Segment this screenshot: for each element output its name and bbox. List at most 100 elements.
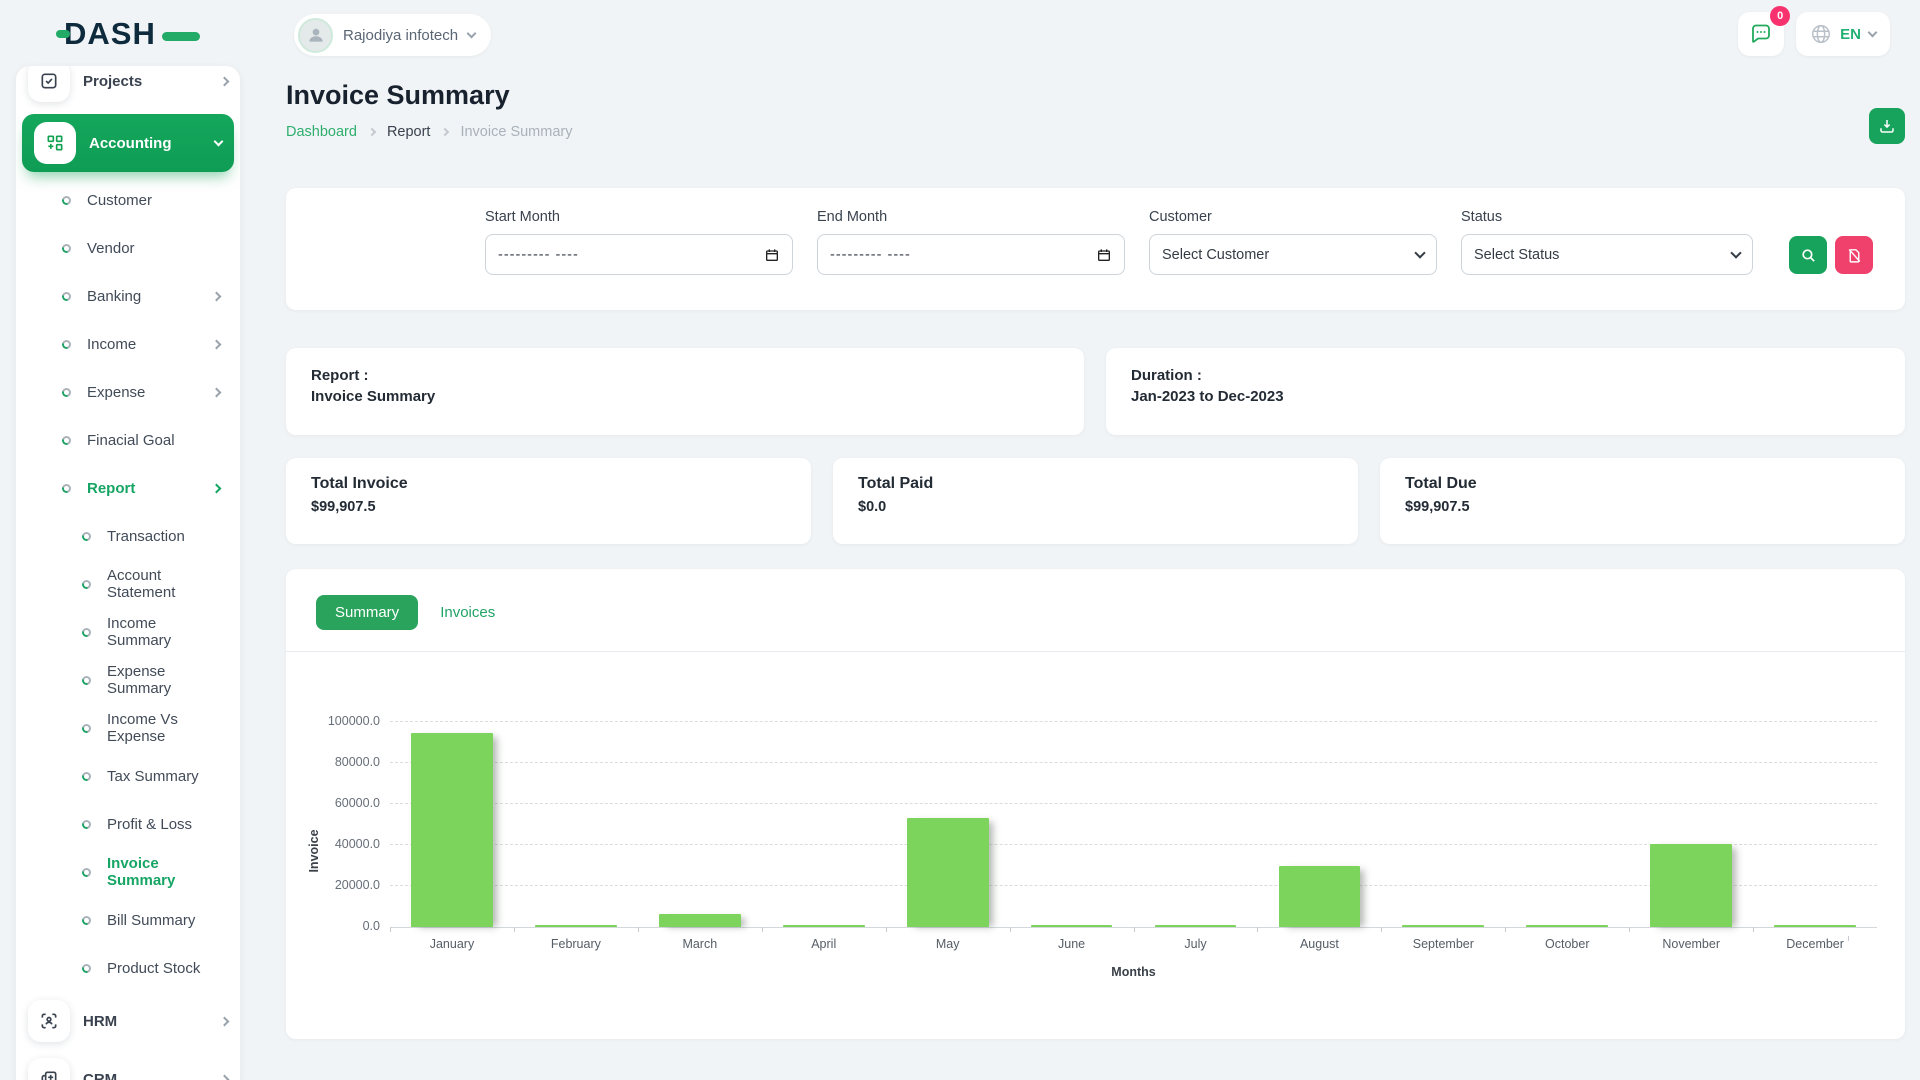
page-header: Invoice Summary Dashboard Report Invoice… — [286, 80, 1905, 156]
x-tick-label: July — [1134, 937, 1258, 951]
bar-april[interactable] — [783, 925, 865, 927]
bullet-icon — [82, 628, 91, 637]
sidebar-item-profit-loss[interactable]: Profit & Loss — [16, 800, 240, 848]
bullet-icon — [82, 820, 91, 829]
start-month-field: Start Month --------- ---- — [485, 209, 793, 275]
y-tick-label: 80000.0 — [335, 755, 380, 769]
sidebar-item-transaction[interactable]: Transaction — [16, 512, 240, 560]
total-invoice-value: $99,907.5 — [311, 499, 786, 515]
bar-june[interactable] — [1031, 925, 1113, 927]
breadcrumb-dashboard[interactable]: Dashboard — [286, 124, 357, 140]
total-paid-card: Total Paid $0.0 — [833, 458, 1358, 544]
bullet-icon — [82, 964, 91, 973]
download-button[interactable] — [1869, 108, 1905, 144]
sidebar-item-income-summary[interactable]: Income Summary — [16, 608, 240, 656]
report-value: Invoice Summary — [311, 388, 1059, 405]
bullet-icon — [82, 676, 91, 685]
apply-filter-button[interactable] — [1789, 236, 1827, 274]
avatar — [298, 18, 333, 53]
bar-slot — [638, 722, 762, 927]
total-invoice-card: Total Invoice $99,907.5 — [286, 458, 811, 544]
bar-january[interactable] — [411, 733, 493, 927]
divider — [286, 651, 1905, 652]
chevron-right-icon — [212, 291, 222, 301]
report-card: Report : Invoice Summary — [286, 348, 1084, 435]
x-tick-label: May — [886, 937, 1010, 951]
bar-september[interactable] — [1402, 925, 1484, 927]
chevron-right-icon — [212, 387, 222, 397]
bullet-icon — [62, 244, 71, 253]
clear-filter-button[interactable] — [1835, 236, 1873, 274]
sidebar-item-hrm[interactable]: HRM — [16, 992, 240, 1050]
chart-x-labels: JanuaryFebruaryMarchAprilMayJuneJulyAugu… — [390, 937, 1877, 951]
sidebar-item-label: Bill Summary — [107, 912, 220, 929]
breadcrumb-current: Invoice Summary — [460, 124, 572, 140]
sidebar-item-income-vs-expense[interactable]: Income Vs Expense — [16, 704, 240, 752]
chevron-right-icon — [441, 128, 449, 136]
x-tick-label: December — [1753, 937, 1877, 951]
end-month-input[interactable]: --------- ---- — [817, 234, 1125, 275]
bullet-icon — [82, 532, 91, 541]
calendar-icon — [764, 247, 780, 263]
accounting-grid-icon — [34, 122, 76, 164]
sidebar-item-projects[interactable]: Projects — [16, 66, 240, 110]
chart-bars — [390, 722, 1877, 927]
company-switcher[interactable]: Rajodiya infotech — [294, 14, 491, 56]
check-square-icon — [28, 66, 70, 102]
start-month-input[interactable]: --------- ---- — [485, 234, 793, 275]
bullet-icon — [82, 724, 91, 733]
bar-december[interactable] — [1774, 925, 1856, 927]
sidebar-item-bill-summary[interactable]: Bill Summary — [16, 896, 240, 944]
sidebar-item-banking[interactable]: Banking — [16, 272, 240, 320]
chevron-down-icon — [467, 29, 477, 39]
bar-may[interactable] — [907, 818, 989, 927]
x-tick-label: November — [1629, 937, 1753, 951]
sidebar-item-accounting[interactable]: Accounting — [22, 114, 234, 172]
breadcrumb-report[interactable]: Report — [387, 124, 431, 140]
sidebar-item-label: Income Summary — [107, 615, 220, 649]
sidebar-item-expense[interactable]: Expense — [16, 368, 240, 416]
sidebar-item-tax-summary[interactable]: Tax Summary — [16, 752, 240, 800]
chevron-right-icon — [368, 128, 376, 136]
bullet-icon — [82, 868, 91, 877]
sidebar-item-income[interactable]: Income — [16, 320, 240, 368]
tab-invoices[interactable]: Invoices — [436, 595, 499, 630]
customer-select[interactable]: Select Customer — [1149, 234, 1437, 275]
bullet-icon — [62, 196, 71, 205]
bar-november[interactable] — [1650, 844, 1732, 927]
sidebar-item-account-statement[interactable]: Account Statement — [16, 560, 240, 608]
search-icon — [1800, 247, 1817, 264]
sidebar-item-product-stock[interactable]: Product Stock — [16, 944, 240, 992]
x-tick-label: February — [514, 937, 638, 951]
notification-badge: 0 — [1770, 6, 1790, 26]
tab-summary[interactable]: Summary — [316, 595, 418, 630]
sidebar-item-customer[interactable]: Customer — [16, 176, 240, 224]
chevron-down-icon — [1730, 247, 1741, 258]
bar-august[interactable] — [1279, 866, 1361, 927]
y-tick-label: 20000.0 — [335, 878, 380, 892]
x-axis-title: Months — [390, 965, 1877, 979]
bar-july[interactable] — [1155, 925, 1237, 927]
messages-button[interactable]: 0 — [1738, 12, 1784, 56]
layers-icon — [28, 1058, 70, 1080]
sidebar-item-invoice-summary[interactable]: Invoice Summary — [16, 848, 240, 896]
total-paid-label: Total Paid — [858, 475, 1333, 493]
x-tick-label: June — [1010, 937, 1134, 951]
bullet-icon — [62, 484, 71, 493]
bar-february[interactable] — [535, 925, 617, 927]
sidebar-item-crm[interactable]: CRM — [16, 1050, 240, 1080]
x-tick-label: January — [390, 937, 514, 951]
breadcrumb: Dashboard Report Invoice Summary — [286, 124, 1905, 140]
bar-slot — [1010, 722, 1134, 927]
sidebar-item-vendor[interactable]: Vendor — [16, 224, 240, 272]
status-select-value: Select Status — [1474, 247, 1559, 263]
language-selector[interactable]: EN — [1796, 12, 1890, 56]
sidebar-item-expense-summary[interactable]: Expense Summary — [16, 656, 240, 704]
bar-march[interactable] — [659, 914, 741, 927]
bar-october[interactable] — [1526, 925, 1608, 927]
sidebar-item-report[interactable]: Report — [16, 464, 240, 512]
download-icon — [1878, 117, 1896, 135]
status-select[interactable]: Select Status — [1461, 234, 1753, 275]
chevron-right-icon — [220, 1074, 230, 1080]
sidebar-item-finacial-goal[interactable]: Finacial Goal — [16, 416, 240, 464]
